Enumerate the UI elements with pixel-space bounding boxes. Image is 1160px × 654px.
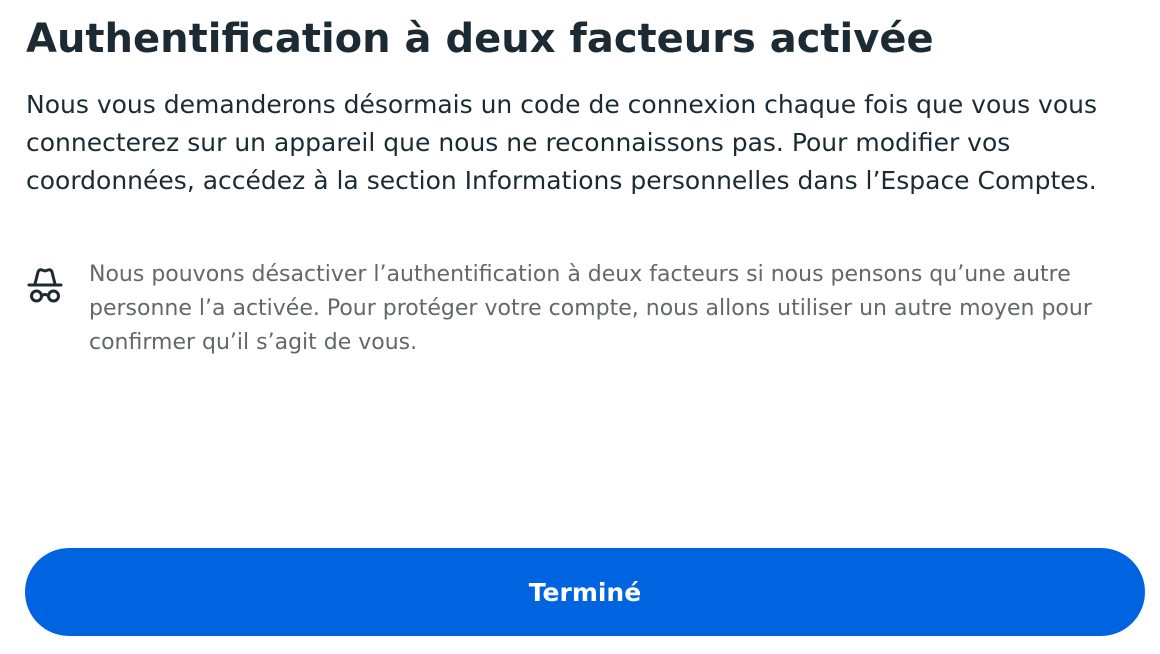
- security-notice: Nous pouvons désactiver l’authentificati…: [26, 258, 1136, 368]
- dialog-description: Nous vous demanderons désormais un code …: [26, 90, 1098, 195]
- notice-text: Nous pouvons désactiver l’authentificati…: [89, 262, 1092, 355]
- page-title: Authentification à deux facteurs activée: [26, 16, 934, 62]
- incognito-icon: [26, 266, 64, 306]
- done-button[interactable]: Terminé: [25, 548, 1145, 636]
